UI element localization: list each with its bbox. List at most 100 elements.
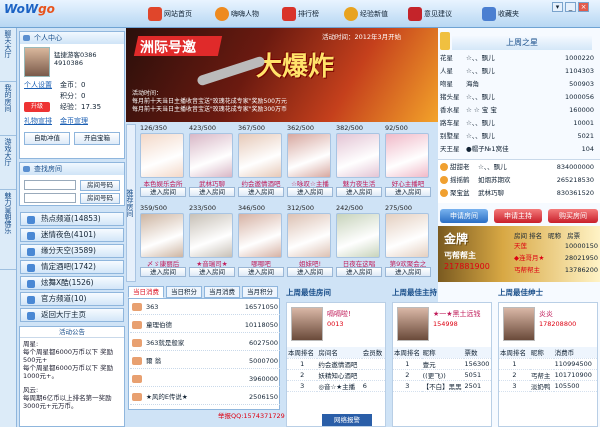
nav-people[interactable]: 嗨嗨人物: [215, 3, 277, 25]
nav-home[interactable]: 网站首页: [148, 3, 210, 25]
police-report-button[interactable]: 网络报警: [322, 414, 372, 426]
enter-room-button[interactable]: 进入房间: [238, 267, 284, 277]
room-photo[interactable]: [287, 133, 331, 178]
tab-game-hall[interactable]: 游戏大厅: [0, 136, 16, 190]
section-table: 本周排名 昵称 消费币 1 110994500 2 丐帮主 101710900 3 淡奶鸭 1055…: [499, 347, 597, 392]
hot-icon: [27, 216, 35, 224]
nav-ranking[interactable]: 排行榜: [282, 3, 344, 25]
rank-value: 10118050: [244, 321, 278, 329]
return-hall-button[interactable]: 返回大厅主页: [20, 308, 124, 322]
room-photo[interactable]: [336, 133, 380, 178]
app-logo[interactable]: WoWgo: [4, 2, 55, 26]
room-photo[interactable]: [238, 213, 282, 258]
top-giver-row: 聚宝盆 武林巧聊 830361520: [440, 187, 596, 199]
room-photo[interactable]: [385, 133, 429, 178]
star-row: 路车星 ☆、、飘儿 10001: [440, 117, 596, 129]
rank-icon: [132, 321, 142, 329]
channel-hot[interactable]: 热点频道(14853): [20, 212, 124, 226]
giver-name: 摇摇鹤: [450, 176, 470, 184]
channel-sky[interactable]: 缘分天空(3589): [20, 244, 124, 258]
nav-feedback[interactable]: 意见建议: [408, 3, 470, 25]
nav-experience[interactable]: 经验新值: [344, 3, 406, 25]
room-photo[interactable]: [238, 133, 282, 178]
enter-room-button[interactable]: 进入房间: [189, 187, 235, 197]
room-photo[interactable]: [287, 213, 331, 258]
room-number-button-2[interactable]: 房间号码: [80, 193, 120, 204]
winner-id: 0013: [327, 320, 344, 328]
channel-bar[interactable]: 情定酒吧(1742): [20, 260, 124, 274]
nav-favorites[interactable]: 收藏夹: [482, 3, 544, 25]
giver-value: 834000000: [556, 163, 594, 171]
tab-daily-spend[interactable]: 当日消费: [128, 286, 164, 298]
minimize-button[interactable]: _: [565, 2, 576, 12]
table-row: 2 妖精知心酒吧: [287, 369, 385, 381]
table-cell: 1: [287, 358, 318, 370]
moon-icon: [27, 232, 35, 240]
room-photo[interactable]: [140, 213, 184, 258]
gift-link[interactable]: 礼物宣排: [24, 116, 52, 126]
room-photo[interactable]: [140, 133, 184, 178]
winner-photo[interactable]: [503, 307, 535, 341]
tab-charm[interactable]: 魅力皇朝佛乐: [0, 190, 16, 270]
event-banner[interactable]: 洲际号邀 大爆炸 活动时间：2012年3月开始 活动时间： 每月前十天当日主播收…: [126, 28, 438, 122]
table-cell: 3: [393, 380, 422, 392]
room-photo[interactable]: [189, 133, 233, 178]
gold-manage-link[interactable]: 金币宣理: [60, 116, 88, 126]
channel-dance[interactable]: 炫舞X酷(1526): [20, 276, 124, 290]
top-giver-row: 甜甜老 ☆、、飘儿 834000000: [440, 161, 596, 173]
table-cell: 6: [361, 380, 385, 392]
close-button[interactable]: ×: [578, 2, 589, 12]
room-search-input-2[interactable]: [24, 193, 76, 203]
enter-room-button[interactable]: 进入房间: [189, 267, 235, 277]
enter-room-button[interactable]: 进入房间: [336, 267, 382, 277]
banner-title: 大爆炸: [256, 52, 335, 82]
room-photo[interactable]: [385, 213, 429, 258]
heart-icon: [27, 248, 35, 256]
room-number-button[interactable]: 房间号码: [80, 180, 120, 191]
tab-daily-points[interactable]: 当日积分: [166, 286, 202, 298]
room-name: 武林巧聊: [199, 180, 225, 187]
room-photo[interactable]: [336, 213, 380, 258]
stat-experience: 经验：17.35: [60, 103, 102, 111]
enter-room-button[interactable]: 进入房间: [336, 187, 382, 197]
profile-panel: 个人中心 猛捷游客0386 4910386 个人设置 金币：0 积分：0 升级 …: [19, 31, 125, 159]
winner-photo[interactable]: [397, 307, 429, 341]
room-card: 362/500 ☆咏叹☆主播 进入房间: [287, 124, 333, 197]
enter-room-button[interactable]: 进入房间: [385, 187, 431, 197]
enter-room-button[interactable]: 进入房间: [140, 187, 186, 197]
enter-room-button[interactable]: 进入房间: [287, 267, 333, 277]
room-search-input[interactable]: [24, 180, 76, 190]
winner-photo[interactable]: [291, 307, 323, 341]
buy-room-button[interactable]: 购买房间: [548, 209, 598, 223]
open-treasure-button[interactable]: 开启宝箱: [74, 132, 120, 145]
star-row: 花星 ☆、、飘儿 1000220: [440, 52, 596, 64]
room-photo[interactable]: [189, 213, 233, 258]
tab-chat-hall[interactable]: 聊天大厅: [0, 28, 16, 82]
menu-dropdown-button[interactable]: ▾: [552, 2, 563, 12]
enter-room-button[interactable]: 进入房间: [385, 267, 431, 277]
tab-monthly-points[interactable]: 当月积分: [242, 286, 278, 298]
channel-night[interactable]: 迷情夜色(4101): [20, 228, 124, 242]
star-icon: [482, 7, 496, 21]
table-row: 3 淡奶鸭 105500: [499, 380, 597, 392]
enter-room-button[interactable]: 进入房间: [140, 267, 186, 277]
table-header-cell: 消费币: [553, 347, 597, 359]
profile-settings-link[interactable]: 个人设置: [24, 80, 52, 90]
table-row: 3 ◎音☆★主播 6: [287, 380, 385, 392]
host-name: 丐帮帮主: [514, 266, 540, 274]
enter-room-button[interactable]: 进入房间: [238, 187, 284, 197]
auto-recharge-button[interactable]: 自助冲值: [24, 132, 70, 145]
tab-my-room[interactable]: 我的房间: [0, 82, 16, 136]
stat-gold: 金币：0: [60, 81, 86, 89]
table-cell: 5051: [463, 369, 491, 381]
avatar[interactable]: [24, 47, 50, 77]
notice-line: 每周期6亿币以上排名第一奖励3000元+元万币。: [23, 394, 112, 410]
enter-room-button[interactable]: 进入房间: [287, 187, 333, 197]
upgrade-badge[interactable]: 升级: [24, 102, 50, 112]
channel-official[interactable]: 官方频道(10): [20, 292, 124, 306]
apply-room-button[interactable]: 申请房间: [440, 209, 488, 223]
tab-monthly-spend[interactable]: 当月消费: [204, 286, 240, 298]
apply-host-button[interactable]: 申请主持: [494, 209, 542, 223]
table-header-cell: 昵称: [529, 347, 554, 359]
winner-name: 嗝嗝啦!: [327, 310, 351, 318]
